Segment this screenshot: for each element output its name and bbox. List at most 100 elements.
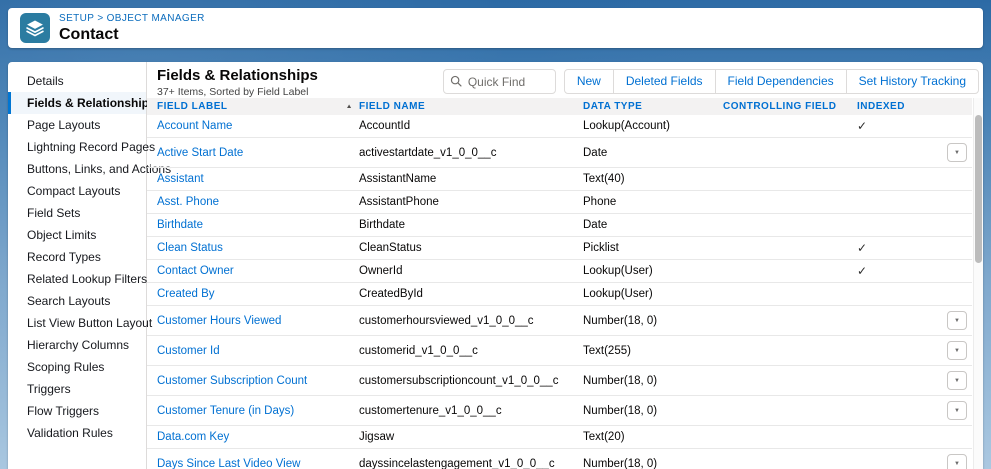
sidebar-item-fields-relationships[interactable]: Fields & Relationships bbox=[8, 92, 146, 114]
breadcrumb-setup-link[interactable]: Setup bbox=[59, 13, 94, 24]
column-header-controlling-field[interactable]: Controlling Field bbox=[723, 101, 857, 112]
data-type-cell: Lookup(User) bbox=[583, 288, 723, 300]
chevron-down-icon: ▼ bbox=[954, 150, 960, 156]
sidebar-item-scoping-rules[interactable]: Scoping Rules bbox=[8, 356, 146, 378]
row-actions-menu-button[interactable]: ▼ bbox=[947, 341, 967, 360]
search-icon bbox=[450, 75, 462, 87]
field-label-cell: Birthdate bbox=[147, 219, 359, 231]
indexed-check-icon: ✓ bbox=[857, 241, 867, 255]
sidebar-item-flow-triggers[interactable]: Flow Triggers bbox=[8, 400, 146, 422]
data-type-cell: Text(255) bbox=[583, 345, 723, 357]
field-label-link[interactable]: Clean Status bbox=[157, 242, 223, 254]
setup-header-card: Setup>Object Manager Contact bbox=[8, 8, 983, 48]
field-name-cell: customerid_v1_0_0__c bbox=[359, 345, 583, 357]
table-row: Created ByCreatedByIdLookup(User) bbox=[147, 283, 972, 306]
field-name-cell: dayssincelastengagement_v1_0_0__c bbox=[359, 458, 583, 469]
field-label-link[interactable]: Active Start Date bbox=[157, 147, 243, 159]
sidebar-item-list-view-button-layout[interactable]: List View Button Layout bbox=[8, 312, 146, 334]
field-label-link[interactable]: Created By bbox=[157, 288, 215, 300]
row-actions-menu-button[interactable]: ▼ bbox=[947, 143, 967, 162]
sidebar-item-field-sets[interactable]: Field Sets bbox=[8, 202, 146, 224]
table-row: Customer Hours Viewedcustomerhoursviewed… bbox=[147, 306, 972, 336]
field-label-link[interactable]: Birthdate bbox=[157, 219, 203, 231]
field-label-link[interactable]: Customer Hours Viewed bbox=[157, 315, 281, 327]
sidebar-item-triggers[interactable]: Triggers bbox=[8, 378, 146, 400]
field-name-cell: customersubscriptioncount_v1_0_0__c bbox=[359, 375, 583, 387]
field-label-link[interactable]: Asst. Phone bbox=[157, 196, 219, 208]
sidebar-item-buttons-links-and-actions[interactable]: Buttons, Links, and Actions bbox=[8, 158, 146, 180]
field-label-link[interactable]: Customer Id bbox=[157, 345, 220, 357]
row-actions-menu-button[interactable]: ▼ bbox=[947, 454, 967, 469]
field-dependencies-button[interactable]: Field Dependencies bbox=[715, 69, 847, 94]
table-row: BirthdateBirthdateDate bbox=[147, 214, 972, 237]
row-actions-menu-button[interactable]: ▼ bbox=[947, 371, 967, 390]
column-header-field-name[interactable]: Field Name bbox=[359, 101, 583, 112]
table-row: AssistantAssistantNameText(40) bbox=[147, 168, 972, 191]
section-subtitle: 37+ Items, Sorted by Field Label bbox=[157, 86, 318, 98]
set-history-tracking-button[interactable]: Set History Tracking bbox=[846, 69, 979, 94]
field-label-link[interactable]: Customer Subscription Count bbox=[157, 375, 307, 387]
content-panel: Fields & Relationships 37+ Items, Sorted… bbox=[147, 62, 983, 469]
sidebar-item-validation-rules[interactable]: Validation Rules bbox=[8, 422, 146, 444]
deleted-fields-button[interactable]: Deleted Fields bbox=[613, 69, 716, 94]
table-row: Customer Id customerid_v1_0_0__cText(255)… bbox=[147, 336, 972, 366]
table-row: Asst. Phone AssistantPhonePhone bbox=[147, 191, 972, 214]
field-label-link[interactable]: Days Since Last Video View bbox=[157, 458, 300, 469]
column-header-data-type[interactable]: Data Type bbox=[583, 101, 723, 112]
data-type-cell: Date bbox=[583, 219, 723, 231]
indexed-cell: ✓ bbox=[857, 264, 947, 278]
data-type-cell: Text(20) bbox=[583, 431, 723, 443]
row-actions-cell: ▼ bbox=[947, 401, 972, 420]
field-label-cell: Account Name bbox=[147, 120, 359, 132]
column-header-field-label[interactable]: Field Label ▲ bbox=[147, 101, 359, 112]
table-header-row: Field Label ▲ Field Name Data Type Contr… bbox=[147, 98, 972, 115]
sidebar-item-lightning-record-pages[interactable]: Lightning Record Pages bbox=[8, 136, 146, 158]
row-actions-cell: ▼ bbox=[947, 371, 972, 390]
sidebar-item-details[interactable]: Details bbox=[8, 70, 146, 92]
breadcrumb-object-manager-link[interactable]: Object Manager bbox=[107, 13, 205, 24]
field-name-cell: customertenure_v1_0_0__c bbox=[359, 405, 583, 417]
data-type-cell: Lookup(Account) bbox=[583, 120, 723, 132]
data-type-cell: Phone bbox=[583, 196, 723, 208]
sidebar-item-hierarchy-columns[interactable]: Hierarchy Columns bbox=[8, 334, 146, 356]
sidebar-item-related-lookup-filters[interactable]: Related Lookup Filters bbox=[8, 268, 146, 290]
row-actions-menu-button[interactable]: ▼ bbox=[947, 311, 967, 330]
scrollbar-thumb[interactable] bbox=[975, 115, 982, 263]
field-name-cell: AssistantPhone bbox=[359, 196, 583, 208]
indexed-check-icon: ✓ bbox=[857, 264, 867, 278]
data-type-cell: Number(18, 0) bbox=[583, 458, 723, 469]
table-row: Active Start Date activestartdate_v1_0_0_… bbox=[147, 138, 972, 168]
field-label-cell: Contact Owner bbox=[147, 265, 359, 277]
field-label-cell: Assistant bbox=[147, 173, 359, 185]
vertical-scrollbar[interactable] bbox=[973, 98, 983, 469]
table-row: Days Since Last Video View dayssincelaste… bbox=[147, 449, 972, 469]
field-label-cell: Created By bbox=[147, 288, 359, 300]
field-label-link[interactable]: Data.com Key bbox=[157, 431, 229, 443]
actions-button-group: New Deleted Fields Field Dependencies Se… bbox=[564, 69, 979, 94]
row-actions-menu-button[interactable]: ▼ bbox=[947, 401, 967, 420]
indexed-cell: ✓ bbox=[857, 119, 947, 133]
data-type-cell: Picklist bbox=[583, 242, 723, 254]
field-label-link[interactable]: Assistant bbox=[157, 173, 204, 185]
field-name-cell: activestartdate_v1_0_0__c bbox=[359, 147, 583, 159]
field-label-link[interactable]: Contact Owner bbox=[157, 265, 234, 277]
chevron-down-icon: ▼ bbox=[954, 378, 960, 384]
chevron-down-icon: ▼ bbox=[954, 461, 960, 467]
sidebar-item-page-layouts[interactable]: Page Layouts bbox=[8, 114, 146, 136]
table-row: Data.com KeyJigsawText(20) bbox=[147, 426, 972, 449]
sidebar-item-object-limits[interactable]: Object Limits bbox=[8, 224, 146, 246]
new-button[interactable]: New bbox=[564, 69, 614, 94]
column-header-indexed[interactable]: Indexed bbox=[857, 101, 947, 112]
object-manager-icon bbox=[20, 13, 50, 43]
sidebar-item-search-layouts[interactable]: Search Layouts bbox=[8, 290, 146, 312]
data-type-cell: Number(18, 0) bbox=[583, 375, 723, 387]
field-label-cell: Customer Id bbox=[147, 345, 359, 357]
page-title: Contact bbox=[59, 25, 205, 44]
table-row: Clean StatusCleanStatusPicklist✓ bbox=[147, 237, 972, 260]
sidebar-item-record-types[interactable]: Record Types bbox=[8, 246, 146, 268]
field-label-link[interactable]: Customer Tenure (in Days) bbox=[157, 405, 294, 417]
field-name-cell: AccountId bbox=[359, 120, 583, 132]
field-label-link[interactable]: Account Name bbox=[157, 120, 232, 132]
row-actions-cell: ▼ bbox=[947, 311, 972, 330]
sidebar-item-compact-layouts[interactable]: Compact Layouts bbox=[8, 180, 146, 202]
